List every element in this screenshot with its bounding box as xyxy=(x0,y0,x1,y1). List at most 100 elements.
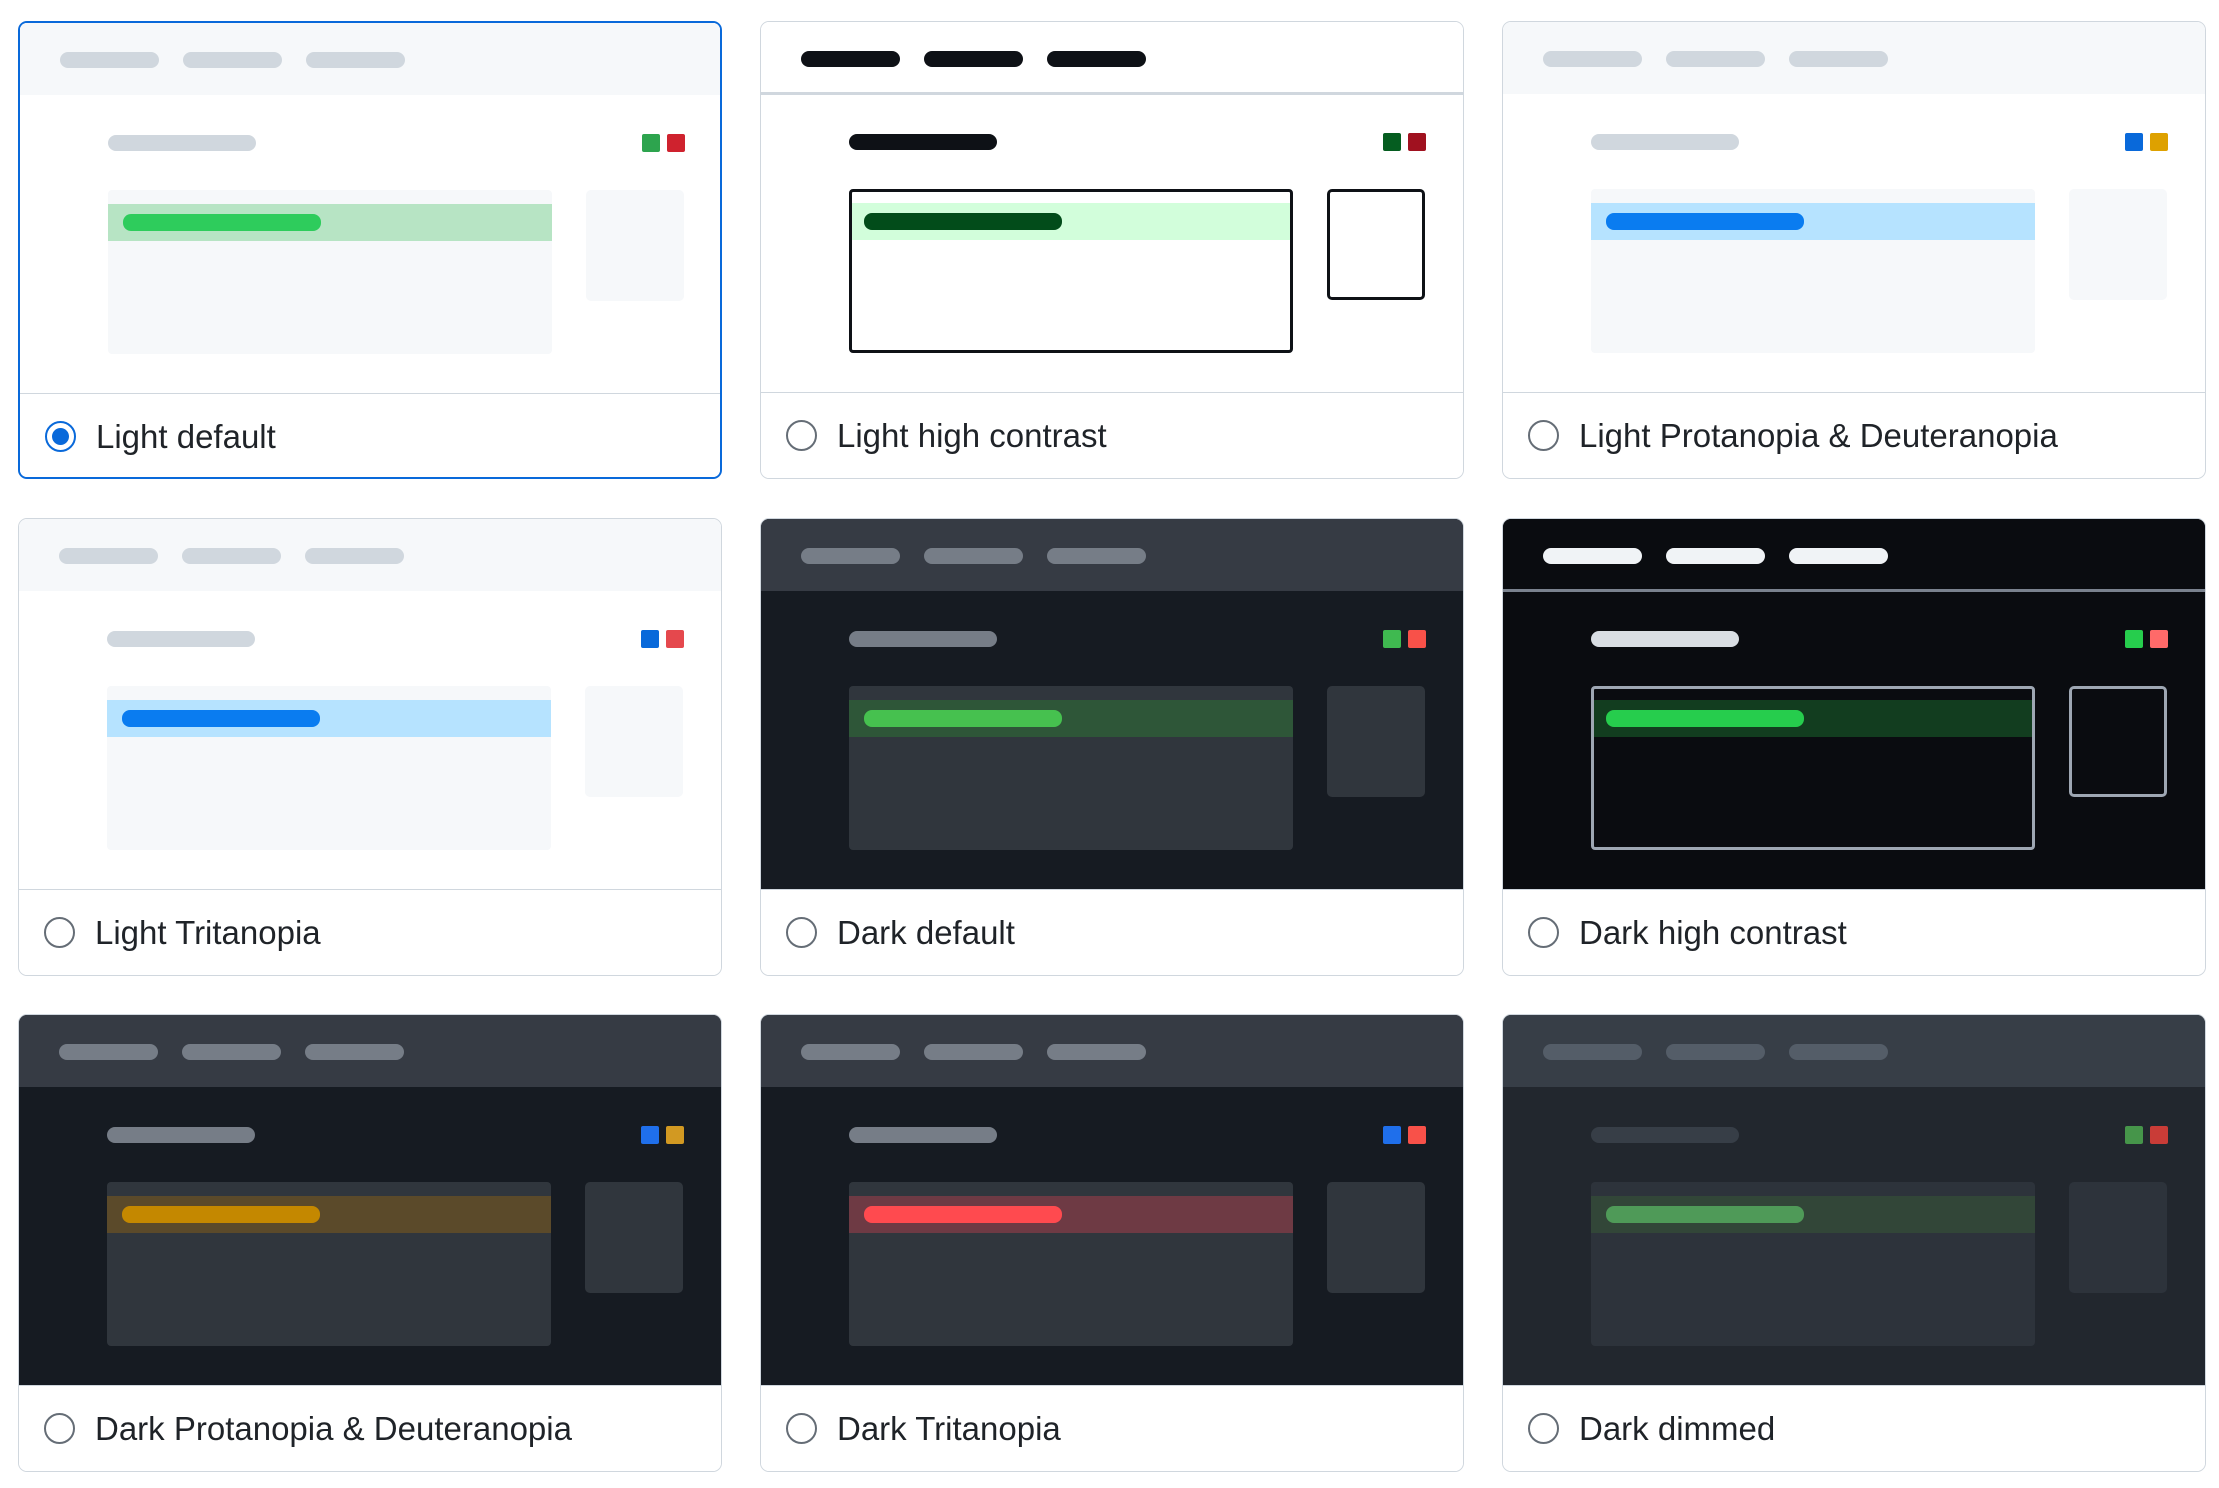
preview-panel xyxy=(849,189,1293,353)
theme-label: Dark Protanopia & Deuteranopia xyxy=(95,1410,572,1447)
preview-swatch xyxy=(2125,1126,2143,1144)
theme-card-dark-tritanopia[interactable]: Dark Tritanopia xyxy=(760,1014,1464,1472)
theme-card-dark-default[interactable]: Dark default xyxy=(760,518,1464,976)
preview-swatch xyxy=(2150,630,2168,648)
theme-card-dark-dimmed[interactable]: Dark dimmed xyxy=(1502,1014,2206,1472)
theme-preview xyxy=(1503,22,2205,392)
preview-header xyxy=(19,1015,721,1087)
preview-nav-pill xyxy=(1789,548,1888,564)
preview-nav-pill xyxy=(1666,548,1765,564)
theme-radio[interactable] xyxy=(786,1413,817,1444)
preview-title-pill xyxy=(1591,1127,1739,1143)
preview-swatch xyxy=(1408,630,1426,648)
preview-panel xyxy=(849,686,1293,850)
preview-swatch xyxy=(1408,1126,1426,1144)
preview-nav-pill xyxy=(1543,51,1642,67)
theme-card-light-default[interactable]: Light default xyxy=(18,21,722,479)
preview-nav-pill xyxy=(1047,1044,1146,1060)
preview-nav-pill xyxy=(801,51,900,67)
preview-title-pill xyxy=(1591,134,1739,150)
theme-label: Dark Tritanopia xyxy=(837,1410,1061,1447)
preview-nav-pill xyxy=(182,1044,281,1060)
preview-side-box xyxy=(585,1182,683,1293)
theme-radio[interactable] xyxy=(1528,917,1559,948)
preview-side-box xyxy=(2069,189,2167,300)
preview-highlight-bar xyxy=(122,710,320,727)
theme-card-footer: Light Tritanopia xyxy=(19,889,721,975)
theme-preview xyxy=(1503,519,2205,889)
preview-side-box xyxy=(1327,686,1425,797)
preview-title-pill xyxy=(108,135,256,151)
preview-swatch xyxy=(1383,630,1401,648)
theme-label: Light default xyxy=(96,418,276,455)
theme-card-light-tritanopia[interactable]: Light Tritanopia xyxy=(18,518,722,976)
preview-side-box xyxy=(1327,189,1425,300)
theme-card-dark-protanopia-and-deuteranopia[interactable]: Dark Protanopia & Deuteranopia xyxy=(18,1014,722,1472)
preview-header xyxy=(1503,519,2205,591)
preview-header-divider xyxy=(1503,589,2205,592)
preview-panel xyxy=(1591,189,2035,353)
preview-title-pill xyxy=(107,631,255,647)
theme-radio[interactable] xyxy=(1528,420,1559,451)
theme-card-light-protanopia-and-deuteranopia[interactable]: Light Protanopia & Deuteranopia xyxy=(1502,21,2206,479)
theme-preview xyxy=(761,1015,1463,1385)
theme-radio[interactable] xyxy=(1528,1413,1559,1444)
preview-nav-pill xyxy=(1047,548,1146,564)
preview-highlight-row xyxy=(1591,1196,2035,1233)
preview-highlight-row xyxy=(849,700,1293,737)
theme-radio[interactable] xyxy=(45,421,76,452)
theme-card-footer: Dark high contrast xyxy=(1503,889,2205,975)
theme-label: Dark high contrast xyxy=(1579,914,1847,951)
preview-highlight-row xyxy=(849,1196,1293,1233)
theme-card-dark-high-contrast[interactable]: Dark high contrast xyxy=(1502,518,2206,976)
preview-panel xyxy=(107,686,551,850)
preview-panel xyxy=(1591,686,2035,850)
preview-panel xyxy=(1591,1182,2035,1346)
preview-header xyxy=(20,23,720,95)
preview-highlight-bar xyxy=(864,1206,1062,1223)
theme-card-footer: Dark Protanopia & Deuteranopia xyxy=(19,1385,721,1471)
theme-preview xyxy=(761,22,1463,392)
preview-title-pill xyxy=(849,134,997,150)
preview-nav-pill xyxy=(1543,548,1642,564)
preview-side-box xyxy=(585,686,683,797)
preview-header-divider xyxy=(761,92,1463,95)
theme-card-footer: Light default xyxy=(20,393,720,477)
theme-preview xyxy=(19,519,721,889)
preview-swatch xyxy=(667,134,685,152)
preview-nav-pill xyxy=(59,548,158,564)
preview-nav-pill xyxy=(924,51,1023,67)
preview-swatch xyxy=(2150,133,2168,151)
theme-card-footer: Dark dimmed xyxy=(1503,1385,2205,1471)
preview-title-pill xyxy=(849,1127,997,1143)
preview-swatch xyxy=(666,630,684,648)
preview-swatch xyxy=(1408,133,1426,151)
preview-highlight-row xyxy=(852,203,1290,240)
preview-nav-pill xyxy=(924,1044,1023,1060)
theme-card-footer: Dark default xyxy=(761,889,1463,975)
theme-radio[interactable] xyxy=(786,420,817,451)
preview-side-box xyxy=(1327,1182,1425,1293)
preview-nav-pill xyxy=(60,52,159,68)
theme-label: Light Tritanopia xyxy=(95,914,321,951)
theme-card-light-high-contrast[interactable]: Light high contrast xyxy=(760,21,1464,479)
preview-highlight-bar xyxy=(122,1206,320,1223)
theme-card-footer: Light Protanopia & Deuteranopia xyxy=(1503,392,2205,478)
preview-side-box xyxy=(2069,1182,2167,1293)
preview-nav-pill xyxy=(1543,1044,1642,1060)
preview-swatch xyxy=(2150,1126,2168,1144)
preview-swatch xyxy=(641,630,659,648)
preview-highlight-row xyxy=(108,204,552,241)
preview-highlight-row xyxy=(107,700,551,737)
preview-swatch xyxy=(2125,630,2143,648)
theme-card-footer: Dark Tritanopia xyxy=(761,1385,1463,1471)
theme-radio[interactable] xyxy=(44,917,75,948)
preview-nav-pill xyxy=(306,52,405,68)
preview-swatch xyxy=(1383,1126,1401,1144)
preview-panel xyxy=(849,1182,1293,1346)
theme-preview xyxy=(19,1015,721,1385)
preview-title-pill xyxy=(1591,631,1739,647)
theme-radio[interactable] xyxy=(44,1413,75,1444)
preview-highlight-row xyxy=(107,1196,551,1233)
theme-radio[interactable] xyxy=(786,917,817,948)
